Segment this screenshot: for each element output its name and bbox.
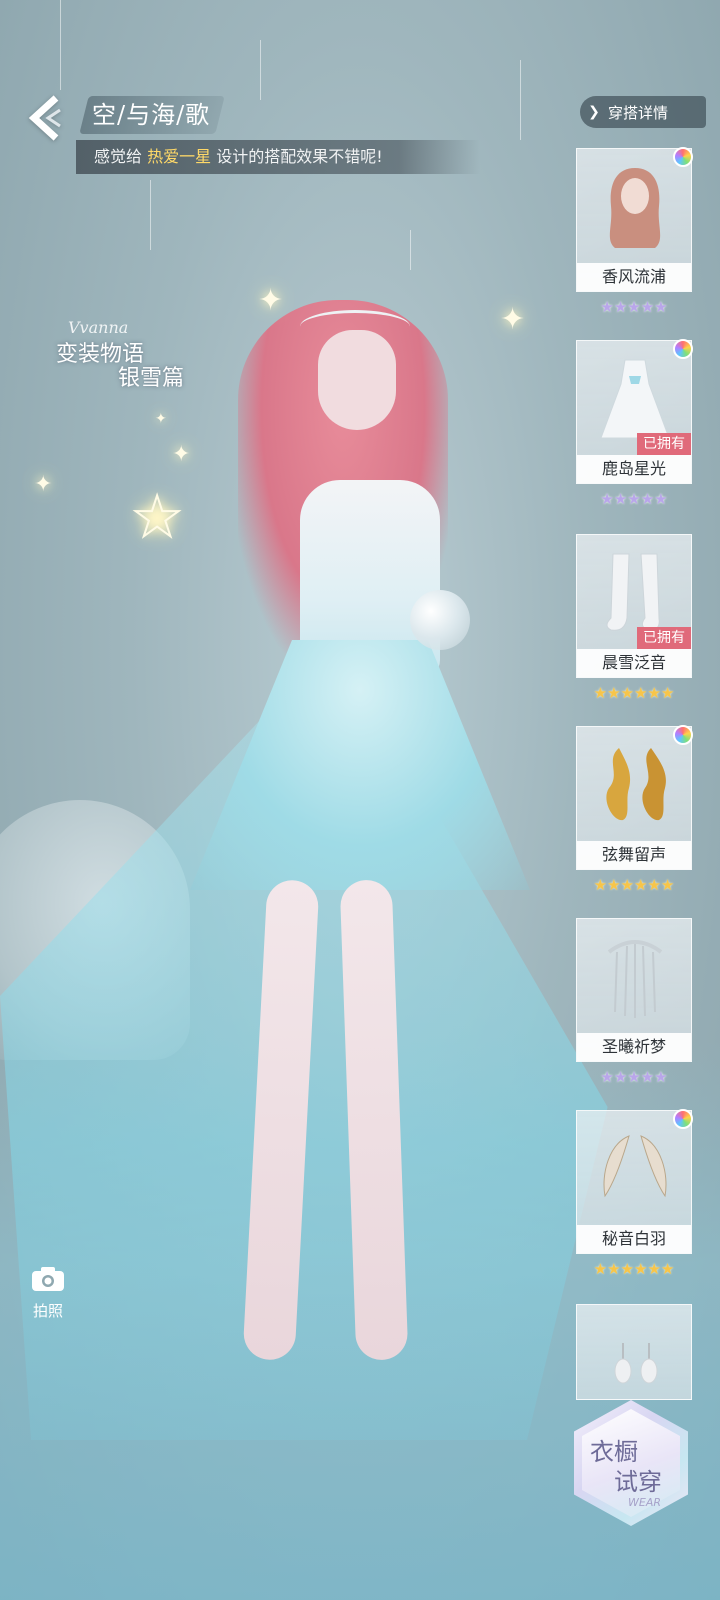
item-card[interactable]: 秘音白羽 — [576, 1109, 693, 1254]
sparkle-star-icon: ✦ — [258, 283, 284, 318]
designer-message: 感觉给 热爱一星 设计的搭配效果不错呢! — [94, 140, 383, 174]
outfit-title: 空/与海/歌 — [92, 101, 211, 129]
camera-icon — [32, 1267, 64, 1291]
owned-badge: 已拥有 — [637, 433, 691, 455]
sparkle-star-icon: ✦ — [34, 472, 53, 497]
item-rating: ★★★★★ — [600, 1068, 668, 1086]
item-rating: ★★★★★★ — [593, 684, 675, 702]
pearl-earrings-icon — [585, 1313, 685, 1393]
logo-script: Vvanna — [68, 318, 129, 337]
color-variant-icon — [673, 339, 693, 359]
wardrobe-label-line2: 试穿 — [614, 1468, 662, 1496]
rain-streak — [520, 60, 521, 140]
item-name: 晨雪泛音 — [577, 649, 691, 677]
item-card[interactable]: 已拥有 晨雪泛音 — [576, 534, 692, 678]
rain-streak — [260, 40, 261, 100]
hair-icon — [585, 157, 685, 257]
camera-label: 拍照 — [32, 1302, 63, 1320]
rain-streak — [150, 180, 151, 250]
back-button[interactable] — [22, 92, 70, 144]
chevron-right-icon: ❯ — [588, 104, 600, 120]
owned-badge: 已拥有 — [637, 627, 691, 649]
item-name: 弦舞留声 — [577, 841, 691, 869]
sparkle-star-icon: ✦ — [172, 442, 191, 467]
wings-icon — [585, 1119, 685, 1219]
message-prefix: 感觉给 — [94, 147, 148, 166]
item-card[interactable]: 已拥有 鹿岛星光 — [576, 339, 693, 484]
item-card[interactable]: 圣曦祈梦 — [576, 918, 692, 1062]
item-card[interactable]: 弦舞留声 — [576, 725, 693, 870]
designer-name[interactable]: 热爱一星 — [147, 147, 211, 166]
event-logo: Vvanna 变装物语 银雪篇 — [56, 318, 196, 418]
logo-line2: 银雪篇 — [118, 366, 185, 391]
chevron-left-icon — [28, 95, 61, 141]
item-rating: ★★★★★ — [600, 490, 668, 508]
color-variant-icon — [673, 725, 693, 745]
outfit-detail-label: 穿搭详情 — [608, 103, 669, 122]
headpiece-icon — [585, 927, 685, 1027]
sparkle-star-icon: ✦ — [500, 302, 526, 337]
item-rating: ★★★★★ — [600, 298, 668, 316]
character-face — [318, 330, 396, 430]
outfit-detail-button[interactable]: ❯ 穿搭详情 — [580, 96, 706, 128]
item-card[interactable]: 香风流浦 — [576, 147, 693, 292]
camera-button[interactable]: 拍照 — [28, 1266, 68, 1326]
wardrobe-wear-text: WEAR — [628, 1496, 661, 1509]
earrings-gold-icon — [585, 735, 685, 835]
color-variant-icon — [673, 147, 693, 167]
item-card[interactable] — [576, 1304, 692, 1400]
item-rating: ★★★★★★ — [593, 876, 675, 894]
item-rating: ★★★★★★ — [593, 1260, 675, 1278]
item-name: 圣曦祈梦 — [577, 1033, 691, 1061]
outline-star-icon: ★ — [131, 485, 183, 550]
crystal-orb — [410, 590, 470, 650]
message-suffix: 设计的搭配效果不错呢! — [211, 147, 383, 166]
item-name: 秘音白羽 — [577, 1225, 691, 1253]
color-variant-icon — [673, 1109, 693, 1129]
rain-streak — [410, 230, 411, 270]
rain-streak — [60, 0, 61, 90]
character-skirt — [190, 640, 530, 890]
item-name: 香风流浦 — [577, 263, 691, 291]
item-name: 鹿岛星光 — [577, 455, 691, 483]
wardrobe-try-on-button[interactable]: 衣橱 试穿 WEAR — [574, 1400, 688, 1526]
character-crown — [300, 310, 410, 343]
